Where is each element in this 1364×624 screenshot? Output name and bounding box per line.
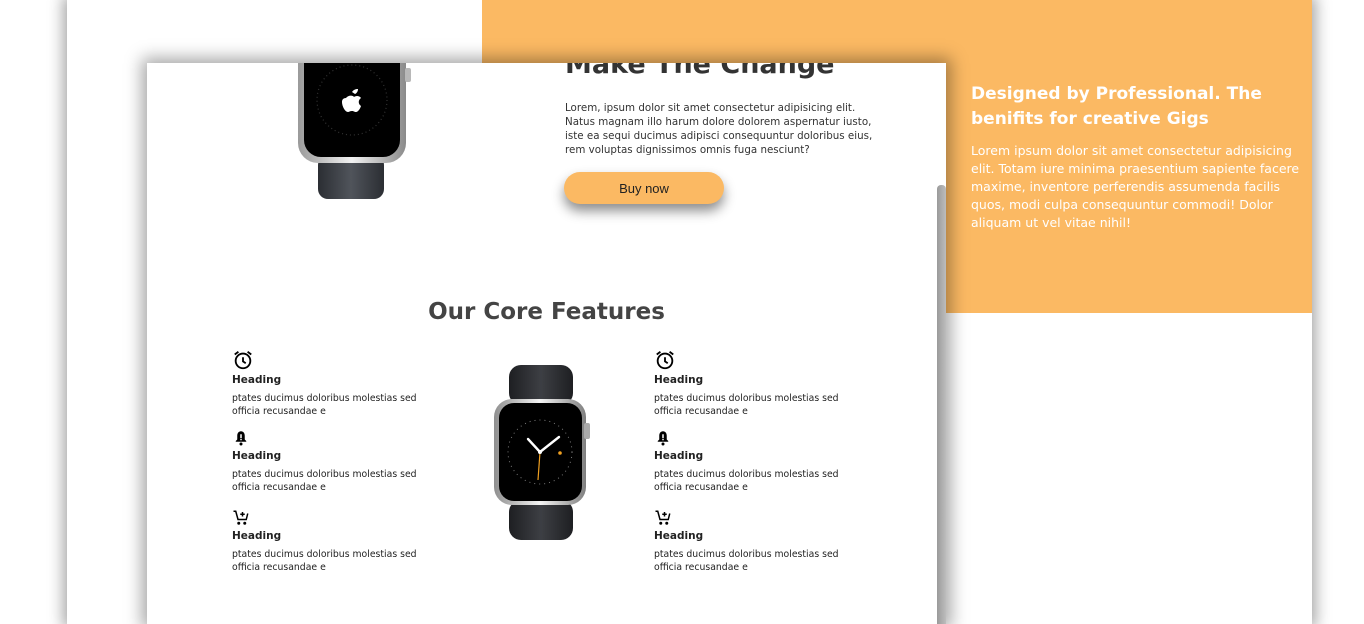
promo-text: Lorem ipsum dolor sit amet consectetur a… xyxy=(971,143,1300,230)
feature-heading: Heading xyxy=(654,450,704,462)
feature-text: ptates ducimus doloribus molestias sed o… xyxy=(232,393,417,417)
hero-title: Make The Change xyxy=(565,63,835,80)
feature-text: ptates ducimus doloribus molestias sed o… xyxy=(654,393,839,417)
hero-text: Lorem, ipsum dolor sit amet consectetur … xyxy=(565,102,873,156)
feature-item-left-2: Heading ptates ducimus doloribus molesti… xyxy=(232,429,437,494)
alarm-clock-icon xyxy=(234,351,252,370)
feature-heading: Heading xyxy=(232,374,282,386)
promo-title: Designed by Professional. The benifits f… xyxy=(971,84,1262,129)
feature-item-left-3: Heading ptates ducimus doloribus molesti… xyxy=(232,509,437,574)
bell-alert-icon xyxy=(657,431,669,446)
feature-text: ptates ducimus doloribus molestias sed o… xyxy=(232,469,417,493)
feature-item-right-2: Heading ptates ducimus doloribus molesti… xyxy=(654,429,859,494)
feature-item-right-3: Heading ptates ducimus doloribus molesti… xyxy=(654,509,859,574)
alarm-clock-icon xyxy=(656,351,674,370)
add-cart-icon xyxy=(233,510,249,525)
feature-watch-image xyxy=(494,365,590,540)
feature-text: ptates ducimus doloribus molestias sed o… xyxy=(232,549,417,573)
feature-item-left-1: Heading ptates ducimus doloribus molesti… xyxy=(232,349,437,418)
feature-text: ptates ducimus doloribus molestias sed o… xyxy=(654,469,839,493)
buy-now-button[interactable]: Buy now xyxy=(564,172,724,204)
section-title: Our Core Features xyxy=(428,299,665,325)
feature-item-right-1: Heading ptates ducimus doloribus molesti… xyxy=(654,349,859,418)
add-cart-icon xyxy=(655,510,671,525)
product-card: Make The Change Lorem, ipsum dolor sit a… xyxy=(147,63,946,624)
feature-text: ptates ducimus doloribus molestias sed o… xyxy=(654,549,839,573)
bell-alert-icon xyxy=(235,431,247,446)
feature-heading: Heading xyxy=(654,374,704,386)
feature-heading: Heading xyxy=(232,530,282,542)
feature-heading: Heading xyxy=(654,530,704,542)
scrollbar-thumb[interactable] xyxy=(937,185,946,624)
hero-watch-image xyxy=(298,63,411,199)
feature-heading: Heading xyxy=(232,450,282,462)
